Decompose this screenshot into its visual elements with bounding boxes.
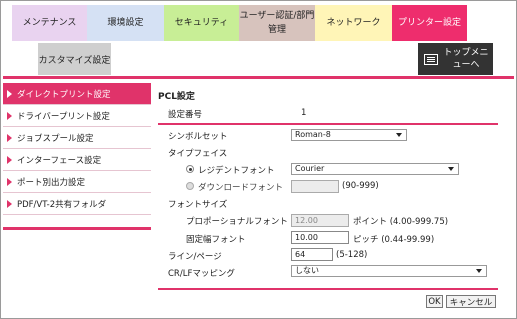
- fixed-font-label: 固定幅フォント: [186, 235, 246, 245]
- proportional-font-input[interactable]: 12.00: [291, 214, 349, 227]
- tab-printer-settings[interactable]: プリンター設定: [392, 5, 467, 41]
- proportional-font-label: プロポーショナルフォント: [186, 217, 288, 227]
- resident-font-value: Courier: [295, 164, 325, 173]
- chevron-down-icon: [396, 133, 402, 137]
- sidebar-item-label: ジョブスプール設定: [17, 133, 94, 144]
- triangle-right-icon: [7, 90, 12, 98]
- download-font-range: (90-999): [342, 181, 379, 191]
- sidebar-item-label: PDF/VT-2共有フォルダ: [17, 199, 107, 210]
- lines-per-page-input[interactable]: 64: [291, 248, 333, 261]
- section-divider: [158, 288, 498, 290]
- sidebar-item-label: ドライバープリント設定: [17, 111, 110, 122]
- triangle-right-icon: [7, 112, 12, 120]
- resident-font-radio[interactable]: [186, 165, 194, 173]
- ok-button[interactable]: OK: [426, 295, 443, 308]
- sidebar-item-interface[interactable]: インターフェース設定: [3, 149, 151, 171]
- tab-customize[interactable]: カスタマイズ設定: [38, 43, 111, 75]
- sidebar-item-pdf-vt2[interactable]: PDF/VT-2共有フォルダ: [3, 193, 151, 215]
- chevron-down-icon: [448, 167, 454, 171]
- sidebar-item-port-output[interactable]: ポート別出力設定: [3, 171, 151, 193]
- list-icon: [424, 53, 438, 65]
- cancel-button[interactable]: キャンセル: [446, 295, 496, 308]
- top-menu-label: トップメニューへ: [443, 48, 489, 70]
- lines-per-page-range: (5-128): [336, 250, 368, 260]
- top-tabs: メンテナンス 環境設定 セキュリティ ユーザー認証/部門管理 ネットワーク プリ…: [12, 5, 467, 41]
- font-size-label: フォントサイズ: [168, 200, 228, 210]
- resident-font-label: レジデントフォント: [198, 166, 275, 176]
- top-menu-button[interactable]: トップメニューへ: [418, 43, 493, 75]
- sidebar-item-label: ダイレクトプリント設定: [17, 89, 111, 100]
- fixed-font-input[interactable]: 10.00: [291, 231, 349, 244]
- crlf-mapping-label: CR/LFマッピング: [168, 269, 235, 279]
- triangle-right-icon: [7, 178, 12, 186]
- download-font-radio[interactable]: [186, 182, 194, 190]
- sidebar: ダイレクトプリント設定 ドライバープリント設定 ジョブスプール設定 インターフェ…: [3, 83, 151, 230]
- typeface-label: タイプフェイス: [168, 149, 228, 159]
- download-font-label: ダウンロードフォント: [198, 183, 284, 193]
- chevron-down-icon: [476, 269, 482, 273]
- tab-security[interactable]: セキュリティ: [164, 5, 239, 41]
- triangle-right-icon: [7, 134, 12, 142]
- sidebar-item-driver-print[interactable]: ドライバープリント設定: [3, 105, 151, 127]
- header-divider: [3, 76, 514, 79]
- crlf-mapping-select[interactable]: しない: [291, 265, 487, 277]
- tab-maintenance[interactable]: メンテナンス: [12, 5, 87, 41]
- sidebar-item-direct-print[interactable]: ダイレクトプリント設定: [3, 83, 151, 105]
- triangle-right-icon: [7, 156, 12, 164]
- tab-user-auth[interactable]: ユーザー認証/部門管理: [239, 5, 315, 41]
- symbol-set-select[interactable]: Roman-8: [291, 129, 407, 141]
- lines-per-page-label: ライン/ページ: [168, 252, 222, 262]
- sidebar-item-label: インターフェース設定: [17, 155, 102, 166]
- section-divider: [158, 123, 498, 125]
- tab-environment[interactable]: 環境設定: [87, 5, 164, 41]
- symbol-set-value: Roman-8: [295, 130, 331, 139]
- sidebar-item-job-spool[interactable]: ジョブスプール設定: [3, 127, 151, 149]
- setting-no-value: 1: [301, 108, 307, 118]
- page-title: PCL設定: [158, 92, 195, 102]
- sidebar-item-label: ポート別出力設定: [17, 177, 86, 188]
- download-font-input[interactable]: [291, 180, 339, 193]
- tab-network[interactable]: ネットワーク: [315, 5, 392, 41]
- resident-font-select[interactable]: Courier: [291, 163, 459, 175]
- sidebar-divider: [3, 227, 151, 230]
- setting-no-label: 設定番号: [168, 110, 203, 120]
- triangle-right-icon: [7, 200, 12, 208]
- proportional-font-unit: ポイント (4.00-999.75): [353, 217, 449, 227]
- crlf-mapping-value: しない: [295, 266, 319, 275]
- fixed-font-unit: ピッチ (0.44-99.99): [353, 235, 435, 245]
- symbol-set-label: シンボルセット: [168, 132, 228, 142]
